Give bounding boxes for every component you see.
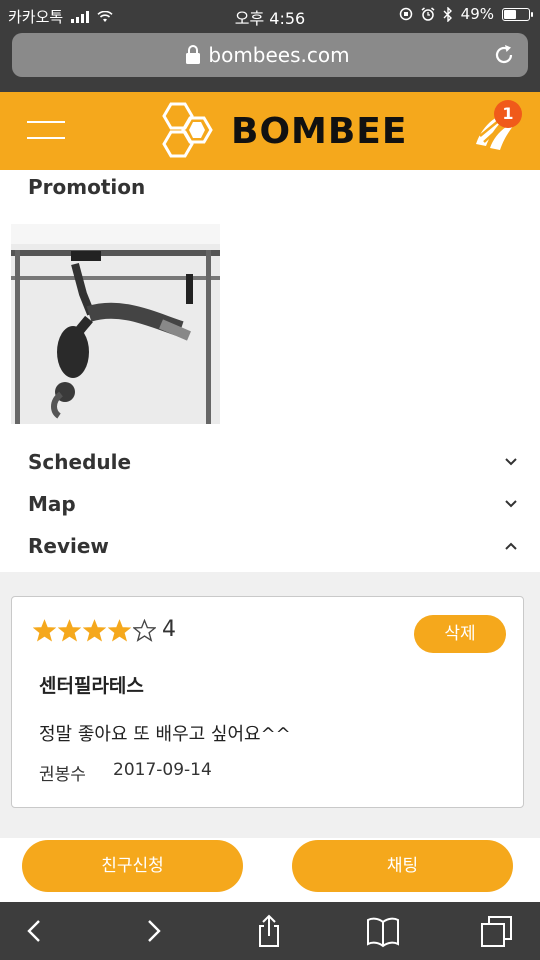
review-text: 정말 좋아요 또 배우고 싶어요^^ [39,724,291,745]
chat-button[interactable]: 채팅 [292,840,513,892]
promotion-image[interactable] [11,224,220,424]
section-schedule-label: Schedule [28,450,132,474]
action-bar: 친구신청 채팅 [0,838,540,902]
address-bar[interactable]: bombees.com [12,33,528,77]
rating-value: 4 [162,617,176,642]
battery-percent: 49% [460,5,494,23]
star-filled-icon [33,619,56,642]
back-arrow-icon[interactable] [18,914,52,948]
section-review[interactable]: Review [28,529,518,563]
brand-logo[interactable]: BOMBEE [155,102,408,160]
section-schedule[interactable]: Schedule [28,445,518,479]
pilates-photo [11,224,220,424]
chevron-up-icon [505,542,517,550]
honeycomb-logo-icon [162,102,213,158]
section-map-label: Map [28,492,76,516]
app-header: BOMBEE 1 [0,92,540,170]
book-icon[interactable] [366,914,400,948]
star-rating [33,619,156,642]
star-filled-icon [108,619,131,642]
reload-icon[interactable] [492,43,516,67]
browser-toolbar [0,902,540,960]
alarm-icon [421,7,435,21]
battery-fill [504,9,516,19]
chevron-down-icon [505,458,517,466]
promotion-heading: Promotion [28,175,146,199]
battery-icon [502,7,533,21]
section-map[interactable]: Map [28,487,518,521]
section-review-label: Review [28,534,109,558]
status-right: 49% [399,5,533,23]
status-bar: 카카오톡 오후 4:56 49% [0,0,540,30]
url-text[interactable]: bombees.com [12,43,528,67]
bluetooth-icon [443,6,452,22]
share-icon[interactable] [252,914,286,948]
hamburger-menu-icon[interactable] [27,117,65,143]
review-author: 권봉수 [39,765,86,785]
forward-arrow-icon[interactable] [136,914,170,948]
delete-button[interactable]: 삭제 [414,615,506,653]
review-date: 2017-09-14 [113,760,212,780]
review-panel: 4 삭제 센터필라테스 정말 좋아요 또 배우고 싶어요^^ 권봉수 2017-… [0,572,540,838]
notification-badge: 1 [494,100,522,128]
review-card: 4 삭제 센터필라테스 정말 좋아요 또 배우고 싶어요^^ 권봉수 2017-… [11,596,524,808]
brand-name: BOMBEE [231,110,408,152]
tabs-icon[interactable] [480,914,514,948]
star-empty-icon [133,619,156,642]
browser-chrome: 카카오톡 오후 4:56 49% bombees.com [0,0,540,92]
star-filled-icon [58,619,81,642]
orientation-lock-icon [399,7,412,21]
star-filled-icon [83,619,106,642]
friend-request-button[interactable]: 친구신청 [22,840,243,892]
review-center-name: 센터필라테스 [39,675,144,697]
notification-button[interactable]: 1 [472,100,522,154]
chevron-down-icon [505,500,517,508]
